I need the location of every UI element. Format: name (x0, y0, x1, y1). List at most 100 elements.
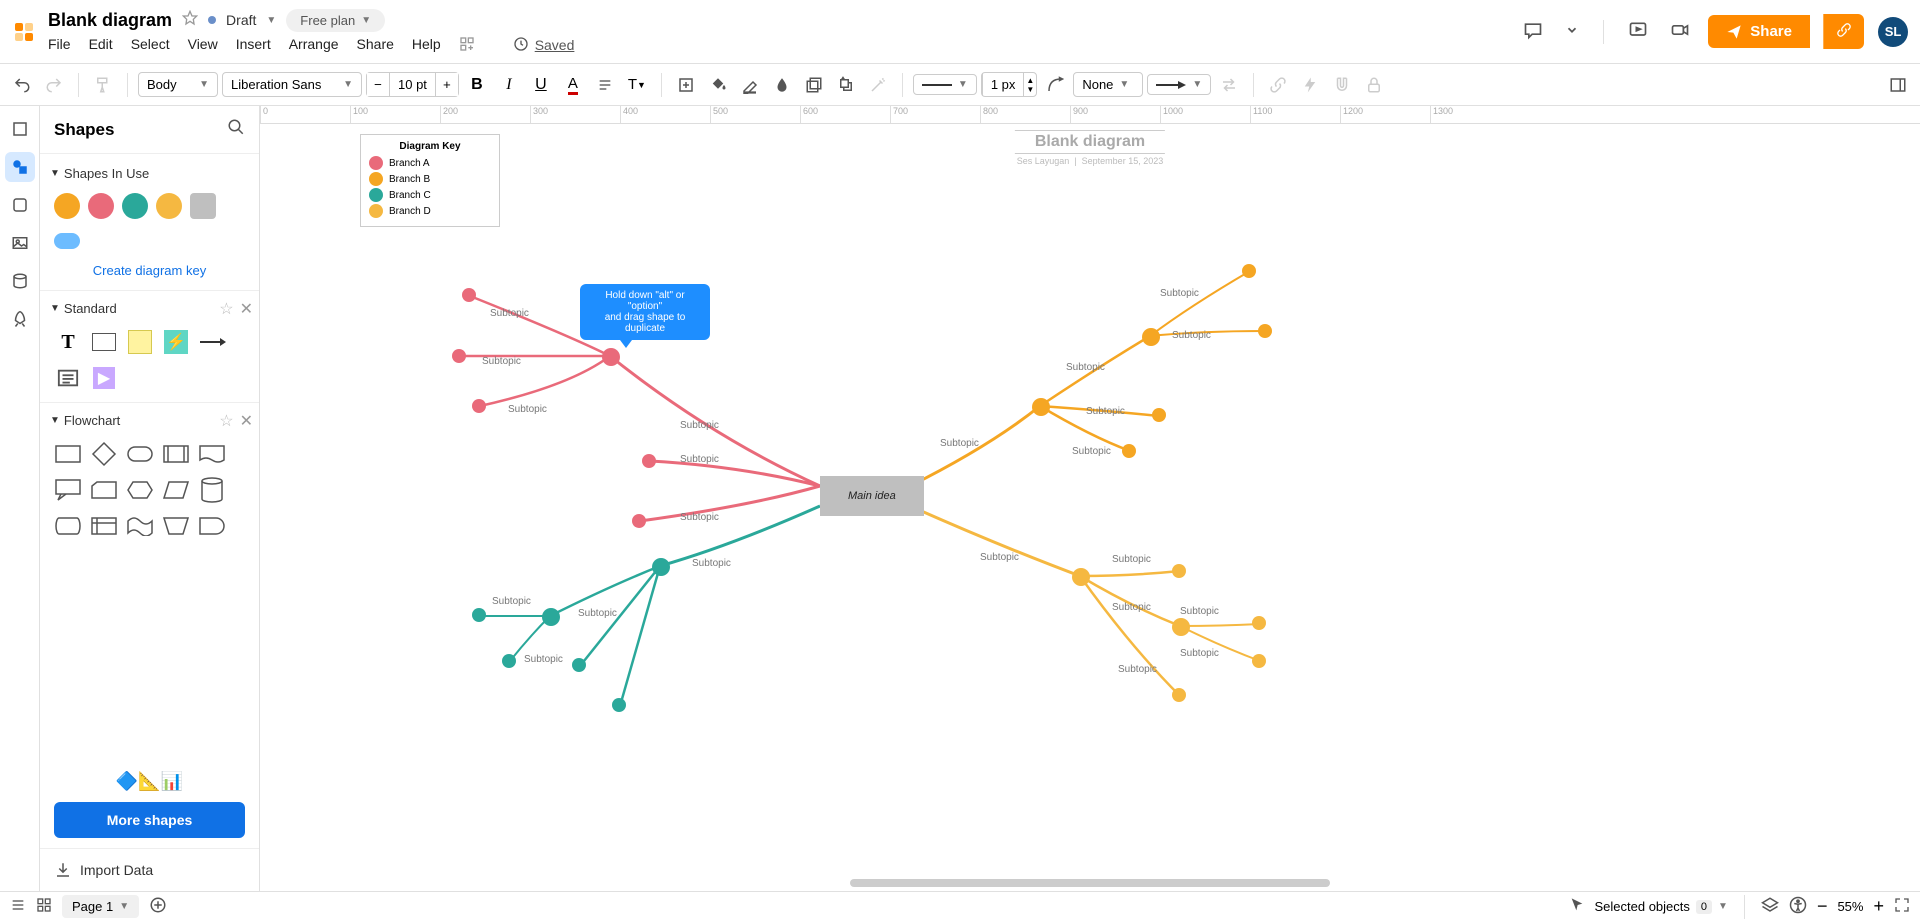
line-width-value[interactable]: 1 px (982, 73, 1025, 96)
flowchart-process[interactable] (54, 440, 82, 468)
page-selector[interactable]: Page 1 ▼ (62, 895, 139, 918)
bold-icon[interactable]: B (463, 71, 491, 99)
user-avatar[interactable]: SL (1878, 17, 1908, 47)
text-options-icon[interactable]: T▼ (623, 71, 651, 99)
cursor-icon[interactable] (1569, 897, 1585, 916)
flowchart-card[interactable] (90, 476, 118, 504)
lock-icon[interactable] (1360, 71, 1388, 99)
favorite-star-icon[interactable] (182, 10, 198, 31)
branch-c-sub[interactable] (612, 698, 626, 712)
branch-d-sub[interactable] (1172, 688, 1186, 702)
text-color-icon[interactable]: A (559, 71, 587, 99)
flowchart-document[interactable] (198, 440, 226, 468)
close-section-icon[interactable]: ✕ (240, 411, 253, 431)
swap-ends-icon[interactable] (1215, 71, 1243, 99)
branch-b-node[interactable] (1032, 398, 1050, 416)
draft-status[interactable]: Draft (226, 12, 256, 28)
present-icon[interactable] (1624, 16, 1652, 47)
undo-icon[interactable] (8, 71, 36, 99)
font-size-increase[interactable]: + (436, 73, 458, 96)
color-swatch-orange[interactable] (54, 193, 80, 219)
color-swatch-red[interactable] (88, 193, 114, 219)
selected-objects[interactable]: Selected objects 0 ▼ (1595, 899, 1728, 914)
flowchart-decision[interactable] (90, 440, 118, 468)
branch-c-leaf[interactable] (502, 654, 516, 668)
menu-file[interactable]: File (48, 36, 71, 55)
fullscreen-icon[interactable] (1894, 897, 1910, 916)
comments-icon[interactable] (1519, 16, 1547, 47)
app-logo[interactable] (12, 20, 36, 44)
arrow-shape[interactable] (198, 328, 226, 356)
branch-b-sub[interactable] (1142, 328, 1160, 346)
accessibility-icon[interactable] (1789, 896, 1807, 917)
branch-d-leaf[interactable] (1252, 654, 1266, 668)
menu-view[interactable]: View (188, 36, 218, 55)
font-size-decrease[interactable]: − (367, 73, 389, 96)
status-dropdown-icon[interactable]: ▼ (266, 15, 276, 26)
flowchart-tape[interactable] (126, 512, 154, 540)
close-section-icon[interactable]: ✕ (240, 299, 253, 319)
style-select[interactable]: Body ▼ (138, 72, 218, 97)
border-color-icon[interactable] (736, 71, 764, 99)
insert-shape-icon[interactable] (672, 71, 700, 99)
link-icon[interactable] (1264, 71, 1292, 99)
branch-a-sub[interactable] (632, 514, 646, 528)
italic-icon[interactable]: I (495, 71, 523, 99)
pin-icon[interactable]: ☆ (219, 299, 233, 319)
menu-arrange[interactable]: Arrange (289, 36, 339, 55)
list-view-icon[interactable] (10, 897, 26, 916)
saved-label[interactable]: Saved (535, 37, 575, 53)
apps-icon[interactable] (459, 36, 475, 55)
line-end-select[interactable]: ▼ (1147, 74, 1211, 95)
branch-c-node[interactable] (652, 558, 670, 576)
fill-color-icon[interactable] (704, 71, 732, 99)
menu-select[interactable]: Select (131, 36, 170, 55)
menu-edit[interactable]: Edit (89, 36, 113, 55)
layers-shape-icon[interactable] (800, 71, 828, 99)
share-button[interactable]: Share (1708, 15, 1810, 48)
branch-c-sub[interactable] (542, 608, 560, 626)
font-size-value[interactable]: 10 pt (389, 73, 436, 96)
redo-icon[interactable] (40, 71, 68, 99)
font-select[interactable]: Liberation Sans ▼ (222, 72, 362, 97)
branch-b-sub[interactable] (1152, 408, 1166, 422)
color-swatch-yellow[interactable] (156, 193, 182, 219)
branch-a-leaf[interactable] (462, 288, 476, 302)
magnet-icon[interactable] (1328, 71, 1356, 99)
align-icon[interactable] (591, 71, 619, 99)
branch-c-sub[interactable] (572, 658, 586, 672)
import-data-button[interactable]: Import Data (40, 848, 259, 891)
grid-view-icon[interactable] (36, 897, 52, 916)
branch-a-node[interactable] (602, 348, 620, 366)
create-diagram-key-link[interactable]: Create diagram key (40, 255, 259, 286)
menu-share[interactable]: Share (357, 36, 394, 55)
branch-d-sub[interactable] (1172, 618, 1190, 636)
line-curve-icon[interactable] (1041, 71, 1069, 99)
branch-d-leaf[interactable] (1252, 616, 1266, 630)
magic-wand-icon[interactable] (864, 71, 892, 99)
video-icon[interactable] (1666, 16, 1694, 47)
cloud-shape[interactable] (54, 233, 80, 249)
line-width-up[interactable]: ▲ (1026, 76, 1034, 85)
flowchart-callout[interactable] (54, 476, 82, 504)
lightning-shape[interactable]: ⚡ (162, 328, 190, 356)
branch-d-sub[interactable] (1172, 564, 1186, 578)
chevron-down-icon[interactable] (1561, 19, 1583, 44)
rail-container-icon[interactable] (5, 190, 35, 220)
color-swatch-gray[interactable] (190, 193, 216, 219)
copy-style-icon[interactable] (832, 71, 860, 99)
format-painter-icon[interactable] (89, 71, 117, 99)
branch-a-sub[interactable] (642, 454, 656, 468)
section-standard[interactable]: ▼ Standard (40, 295, 127, 322)
rail-select-icon[interactable] (5, 114, 35, 144)
canvas-header[interactable]: Blank diagram Ses Layugan | September 15… (1015, 130, 1165, 166)
flowchart-internal[interactable] (90, 512, 118, 540)
branch-c-leaf[interactable] (472, 608, 486, 622)
flowchart-database[interactable] (198, 476, 226, 504)
flowchart-predefined[interactable] (162, 440, 190, 468)
add-page-icon[interactable] (149, 896, 167, 917)
share-link-button[interactable] (1823, 14, 1864, 49)
document-title[interactable]: Blank diagram (48, 10, 172, 31)
branch-b-leaf[interactable] (1258, 324, 1272, 338)
flowchart-storage[interactable] (54, 512, 82, 540)
